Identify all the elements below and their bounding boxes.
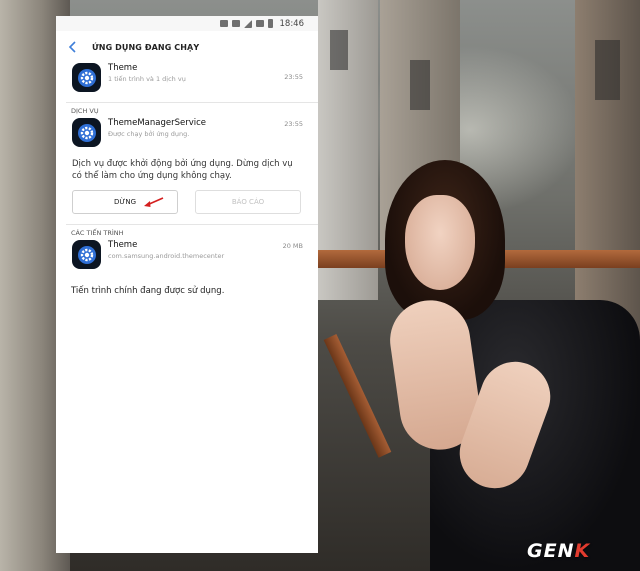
back-arrow-icon[interactable] bbox=[68, 40, 82, 54]
report-button[interactable]: BÁO CÁO bbox=[195, 190, 301, 214]
red-arrow-annotation-icon bbox=[141, 195, 165, 211]
process-row[interactable]: Theme com.samsung.android.themecenter 20… bbox=[56, 240, 318, 274]
watermark-accent: K bbox=[574, 540, 591, 562]
app-row-title: Theme bbox=[108, 63, 138, 73]
window bbox=[330, 30, 348, 70]
alarm-icon bbox=[219, 20, 228, 27]
app-row-subtitle: 1 tiến trình và 1 dịch vụ bbox=[108, 75, 186, 83]
signal-icon bbox=[243, 19, 252, 28]
watermark-text: GEN bbox=[527, 540, 575, 562]
settings-gear-icon bbox=[72, 63, 101, 92]
settings-gear-icon bbox=[72, 240, 101, 269]
process-subtitle: com.samsung.android.themecenter bbox=[108, 252, 225, 260]
window bbox=[595, 40, 620, 100]
service-subtitle: Được chạy bởi ứng dụng. bbox=[108, 130, 190, 138]
service-row[interactable]: ThemeManagerService Được chạy bởi ứng dụ… bbox=[56, 118, 318, 152]
service-time: 23:55 bbox=[284, 120, 303, 128]
app-row-theme[interactable]: Theme 1 tiến trình và 1 dịch vụ 23:55 bbox=[56, 63, 318, 97]
stop-button-label: DỪNG bbox=[113, 198, 137, 206]
process-status-text: Tiến trình chính đang được sử dụng. bbox=[71, 286, 225, 296]
report-button-label: BÁO CÁO bbox=[231, 198, 265, 206]
status-time: 18:46 bbox=[279, 18, 305, 29]
section-label-services: DỊCH VỤ bbox=[71, 107, 99, 115]
page-title: ỨNG DỤNG ĐANG CHẠY bbox=[92, 42, 200, 52]
wifi-icon bbox=[255, 20, 264, 27]
app-row-text: Theme 1 tiến trình và 1 dịch vụ bbox=[108, 63, 306, 84]
service-actions: DỪNG BÁO CÁO bbox=[56, 190, 318, 214]
stop-button[interactable]: DỪNG bbox=[72, 190, 178, 214]
process-title: Theme bbox=[108, 240, 138, 250]
service-title: ThemeManagerService bbox=[108, 118, 206, 128]
settings-gear-icon bbox=[72, 118, 101, 147]
genk-watermark-logo: GENK bbox=[527, 540, 590, 562]
section-label-processes: CÁC TIẾN TRÌNH bbox=[71, 229, 124, 237]
app-row-time: 23:55 bbox=[284, 73, 303, 81]
status-bar: 18:46 bbox=[56, 16, 318, 31]
woman-face bbox=[405, 195, 475, 290]
process-size: 20 MB bbox=[282, 242, 303, 250]
app-header: ỨNG DỤNG ĐANG CHẠY bbox=[56, 31, 318, 63]
railing-diagonal bbox=[323, 334, 392, 458]
service-row-text: ThemeManagerService Được chạy bởi ứng dụ… bbox=[108, 118, 306, 139]
phone-screen: 18:46 ỨNG DỤNG ĐANG CHẠY Theme 1 tiến tr… bbox=[56, 16, 318, 553]
process-row-text: Theme com.samsung.android.themecenter bbox=[108, 240, 306, 261]
notification-icon bbox=[231, 20, 240, 27]
battery-icon bbox=[267, 19, 273, 28]
service-description: Dịch vụ được khởi động bởi ứng dụng. Dừn… bbox=[72, 159, 293, 181]
window bbox=[410, 60, 430, 110]
